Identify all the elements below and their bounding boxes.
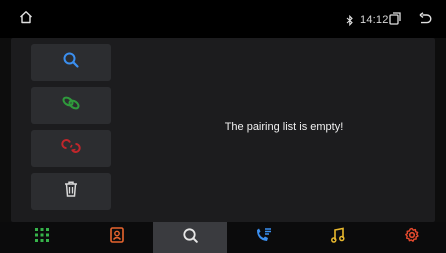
nav-settings[interactable] <box>375 222 446 253</box>
recent-apps-icon[interactable] <box>388 11 402 30</box>
empty-list-message: The pairing list is empty! <box>224 121 344 133</box>
search-icon <box>182 227 199 249</box>
gear-icon <box>404 227 420 248</box>
pairing-panel: The pairing list is empty! <box>11 38 435 222</box>
bottom-nav <box>0 222 446 253</box>
home-icon[interactable] <box>19 10 33 29</box>
call-log-icon <box>255 227 273 248</box>
contacts-icon <box>110 227 124 248</box>
nav-search[interactable] <box>153 222 227 253</box>
delete-button[interactable] <box>31 173 111 210</box>
search-icon <box>62 51 80 74</box>
back-icon[interactable] <box>418 12 432 30</box>
nav-music[interactable] <box>301 222 375 253</box>
nav-contacts[interactable] <box>80 222 154 253</box>
music-icon <box>331 227 345 248</box>
trash-icon <box>63 180 79 203</box>
nav-apps[interactable] <box>5 222 79 253</box>
nav-calls[interactable] <box>227 222 301 253</box>
status-time: 14:12 <box>360 14 389 26</box>
grid-icon <box>35 228 49 247</box>
status-bar: 14:12 <box>0 0 446 38</box>
bluetooth-icon <box>346 13 354 31</box>
disconnect-button[interactable] <box>31 130 111 167</box>
unlink-icon <box>61 137 81 160</box>
search-devices-button[interactable] <box>31 44 111 81</box>
connect-button[interactable] <box>31 87 111 124</box>
link-icon <box>61 94 81 117</box>
